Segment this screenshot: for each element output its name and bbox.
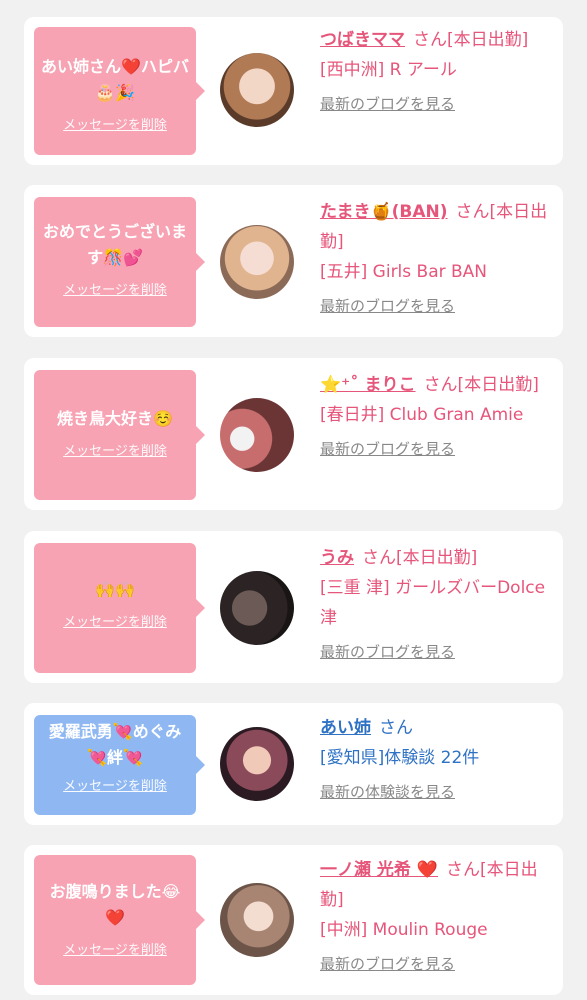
message-text: 愛羅武勇💘めぐみ💘絆💘 xyxy=(48,722,182,767)
delete-message-link[interactable]: メッセージを削除 xyxy=(40,279,190,298)
status-text: さん[本日出勤] xyxy=(423,375,539,395)
message-text: お腹鳴りました😂❤️ xyxy=(49,882,181,927)
profile-info: つばきママ さん[本日出勤] [西中洲] R アール 最新のブログを見る xyxy=(320,25,556,114)
profile-info: 一ノ瀬 光希 ❤️ さん[本日出勤] [中洲] Moulin Rouge 最新のブ… xyxy=(320,855,556,974)
message-card: 焼き鳥大好き☺️ メッセージを削除 ⭐️⁺˚ まりこ さん[本日出勤] [春日井]… xyxy=(24,358,563,510)
status-text: さん xyxy=(379,718,413,738)
profile-name-link[interactable]: つばきママ xyxy=(320,30,405,50)
message-bubble: 🙌🙌 メッセージを削除 xyxy=(34,543,205,673)
avatar[interactable] xyxy=(220,883,294,957)
profile-info: うみ さん[本日出勤] [三重 津] ガールズバーDolce津 最新のブログを見る xyxy=(320,543,556,662)
message-card: 愛羅武勇💘めぐみ💘絆💘 メッセージを削除 あい姉 さん [愛知県]体験談 22件 … xyxy=(24,703,563,825)
shop-text: [愛知県]体験談 22件 xyxy=(320,748,480,768)
message-text: 🙌🙌 xyxy=(95,580,135,599)
message-card: 🙌🙌 メッセージを削除 うみ さん[本日出勤] [三重 津] ガールズバーDolc… xyxy=(24,531,563,683)
avatar[interactable] xyxy=(220,225,294,299)
message-bubble: あい姉さん❤️ハピバ🎂🎉 メッセージを削除 xyxy=(34,27,205,155)
latest-blog-link[interactable]: 最新のブログを見る xyxy=(320,641,455,662)
shop-text: [中洲] Moulin Rouge xyxy=(320,920,488,940)
delete-message-link[interactable]: メッセージを削除 xyxy=(40,611,190,630)
latest-blog-link[interactable]: 最新のブログを見る xyxy=(320,93,455,114)
message-bubble: 愛羅武勇💘めぐみ💘絆💘 メッセージを削除 xyxy=(34,715,205,815)
message-card: おめでとうございます🎊💕 メッセージを削除 たまき🍯(BAN) さん[本日出勤] … xyxy=(24,185,563,337)
profile-name-link[interactable]: うみ xyxy=(320,548,354,568)
profile-info: たまき🍯(BAN) さん[本日出勤] [五井] Girls Bar BAN 最新の… xyxy=(320,197,556,316)
profile-name-link[interactable]: ⭐️⁺˚ まりこ xyxy=(320,375,416,395)
message-card: あい姉さん❤️ハピバ🎂🎉 メッセージを削除 つばきママ さん[本日出勤] [西中洲… xyxy=(24,17,563,165)
avatar[interactable] xyxy=(220,727,294,801)
avatar[interactable] xyxy=(220,53,294,127)
message-text: おめでとうございます🎊💕 xyxy=(42,222,187,267)
profile-name-link[interactable]: あい姉 xyxy=(320,718,371,738)
message-list: あい姉さん❤️ハピバ🎂🎉 メッセージを削除 つばきママ さん[本日出勤] [西中洲… xyxy=(0,0,587,1000)
profile-name-link[interactable]: たまき🍯(BAN) xyxy=(320,202,448,222)
message-bubble: 焼き鳥大好き☺️ メッセージを削除 xyxy=(34,370,205,500)
shop-text: [三重 津] ガールズバーDolce津 xyxy=(320,578,546,628)
delete-message-link[interactable]: メッセージを削除 xyxy=(40,114,190,133)
profile-info: ⭐️⁺˚ まりこ さん[本日出勤] [春日井] Club Gran Amie 最新… xyxy=(320,370,556,459)
shop-text: [西中洲] R アール xyxy=(320,60,457,80)
delete-message-link[interactable]: メッセージを削除 xyxy=(40,939,190,958)
message-text: あい姉さん❤️ハピバ🎂🎉 xyxy=(41,57,189,102)
profile-info: あい姉 さん [愛知県]体験談 22件 最新の体験談を見る xyxy=(320,713,556,802)
avatar[interactable] xyxy=(220,571,294,645)
latest-blog-link[interactable]: 最新のブログを見る xyxy=(320,953,455,974)
message-bubble: おめでとうございます🎊💕 メッセージを削除 xyxy=(34,197,205,327)
latest-blog-link[interactable]: 最新のブログを見る xyxy=(320,438,455,459)
profile-name-link[interactable]: 一ノ瀬 光希 ❤️ xyxy=(320,860,438,880)
latest-review-link[interactable]: 最新の体験談を見る xyxy=(320,781,455,802)
status-text: さん[本日出勤] xyxy=(362,548,478,568)
message-text: 焼き鳥大好き☺️ xyxy=(57,409,173,428)
shop-text: [春日井] Club Gran Amie xyxy=(320,405,524,425)
shop-text: [五井] Girls Bar BAN xyxy=(320,262,488,282)
status-text: さん[本日出勤] xyxy=(413,30,529,50)
delete-message-link[interactable]: メッセージを削除 xyxy=(40,440,190,459)
latest-blog-link[interactable]: 最新のブログを見る xyxy=(320,295,455,316)
delete-message-link[interactable]: メッセージを削除 xyxy=(40,775,190,794)
message-bubble: お腹鳴りました😂❤️ メッセージを削除 xyxy=(34,855,205,985)
message-card: お腹鳴りました😂❤️ メッセージを削除 一ノ瀬 光希 ❤️ さん[本日出勤] [中… xyxy=(24,845,563,995)
avatar[interactable] xyxy=(220,398,294,472)
